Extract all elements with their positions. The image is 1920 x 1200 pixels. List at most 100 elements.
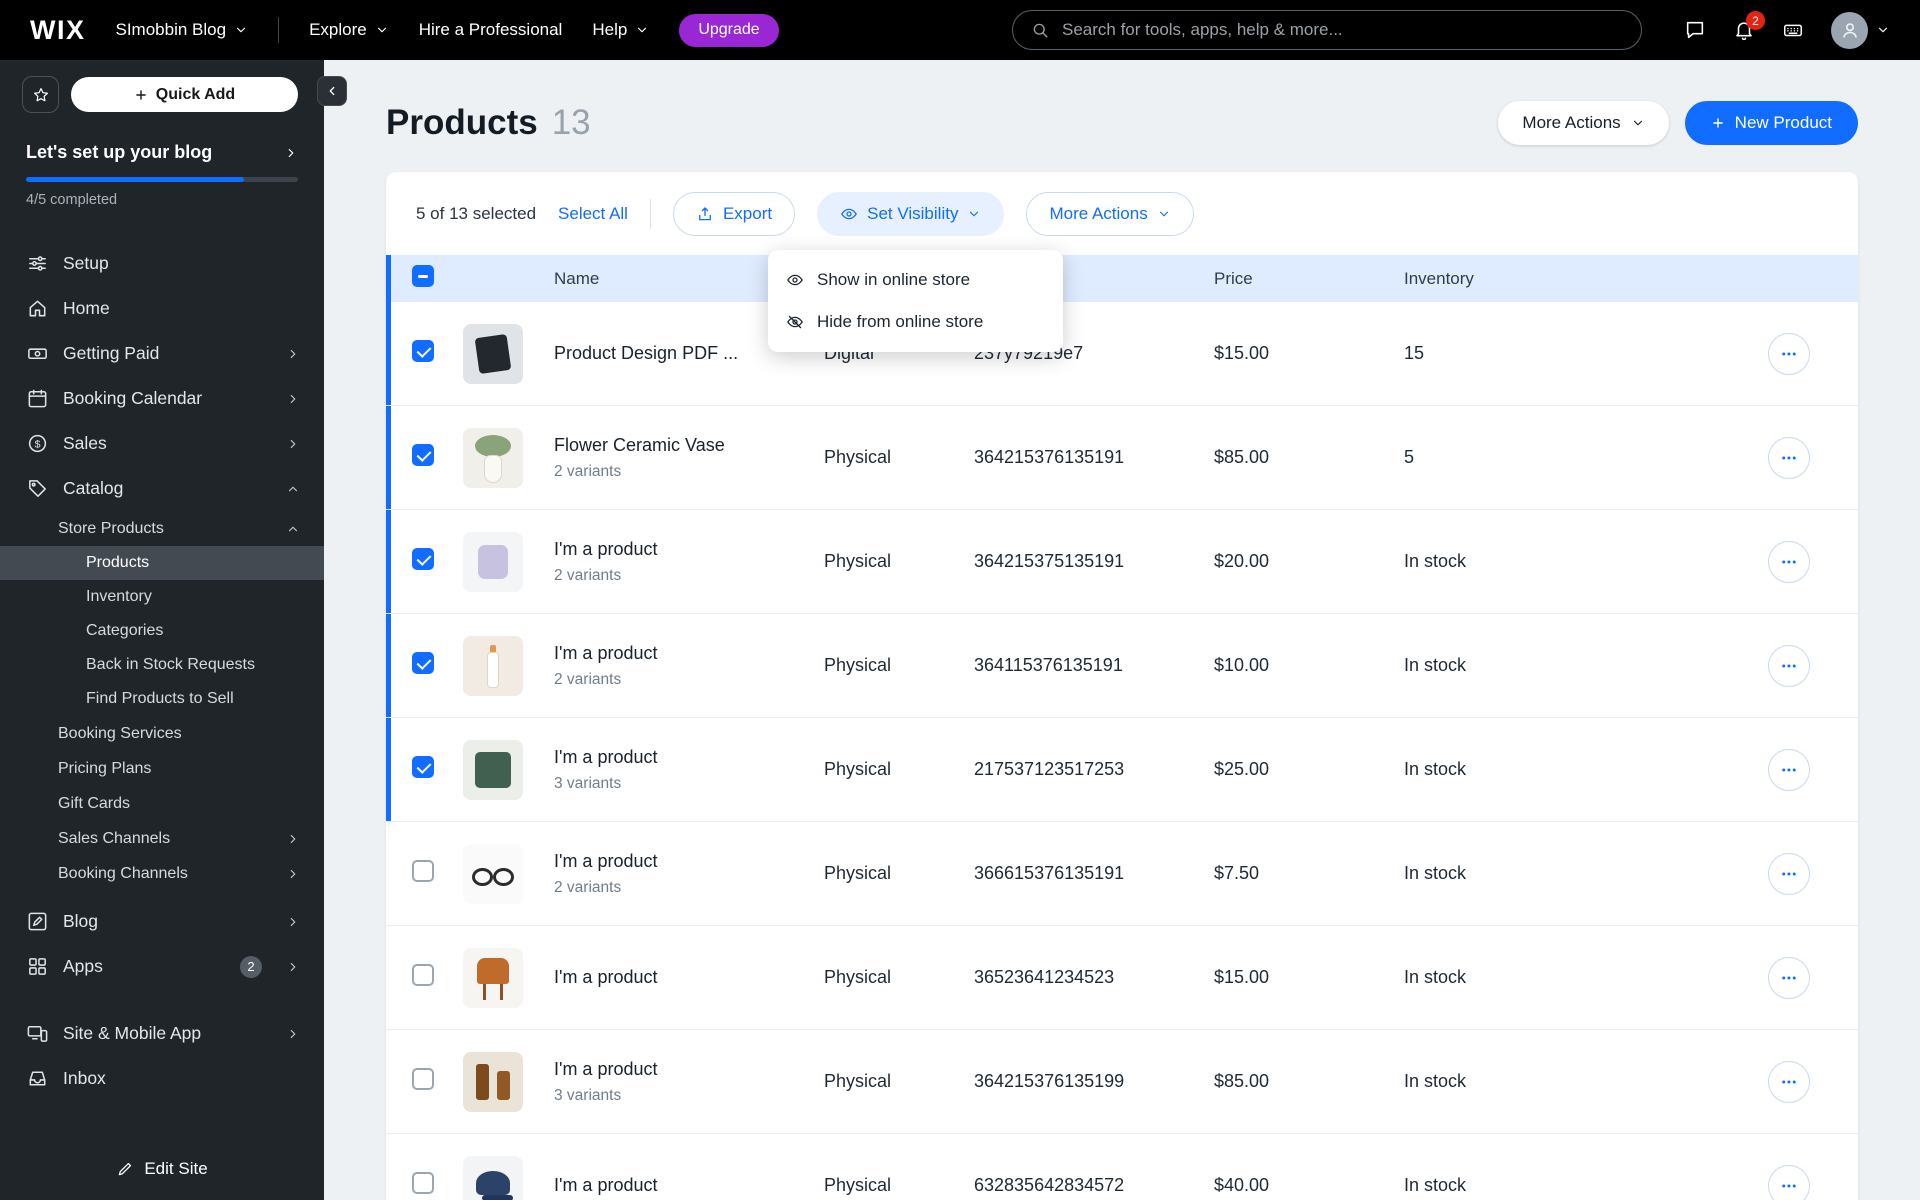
ellipsis-icon bbox=[1782, 768, 1796, 771]
row-checkbox[interactable] bbox=[412, 1172, 434, 1194]
chevron-down-icon bbox=[1159, 211, 1168, 216]
star-icon bbox=[33, 87, 48, 101]
table-row[interactable]: I'm a product 2 variants Physical 3642153… bbox=[386, 510, 1858, 614]
setup-progress-card[interactable]: Let's set up your blog 4/5 completed bbox=[0, 113, 324, 208]
export-button[interactable]: Export bbox=[672, 191, 796, 236]
chevron-right-icon bbox=[290, 349, 296, 358]
product-image bbox=[463, 843, 523, 904]
table-toolbar: 5 of 13 selected Select All Export Set V… bbox=[386, 172, 1858, 255]
row-checkbox[interactable] bbox=[412, 964, 434, 986]
more-actions-button[interactable]: More Actions bbox=[1498, 101, 1669, 145]
quick-add-button[interactable]: Quick Add bbox=[71, 77, 298, 112]
row-checkbox[interactable] bbox=[412, 1068, 434, 1090]
table-row[interactable]: I'm a product Physical 632835642834572 $… bbox=[386, 1134, 1858, 1200]
sidebar-item-gift-cards[interactable]: Gift Cards bbox=[0, 786, 324, 821]
sidebar-item-inbox[interactable]: Inbox bbox=[0, 1056, 324, 1101]
sidebar-item-inventory[interactable]: Inventory bbox=[0, 580, 324, 614]
table-row[interactable]: Product Design PDF ... Digital 237y79219… bbox=[386, 302, 1858, 406]
main-content: Products 13 More Actions New Product 5 o… bbox=[324, 60, 1920, 1200]
toolbar-more-actions-button[interactable]: More Actions bbox=[1026, 191, 1194, 236]
nav-hire-a-professional[interactable]: Hire a Professional bbox=[419, 20, 563, 40]
product-image bbox=[463, 1155, 523, 1200]
table-row[interactable]: I'm a product Physical 36523641234523 $1… bbox=[386, 926, 1858, 1030]
table-row[interactable]: I'm a product 2 variants Physical 3641153… bbox=[386, 614, 1858, 718]
account-menu[interactable] bbox=[1831, 11, 1890, 49]
favorites-button[interactable] bbox=[22, 76, 59, 113]
chevron-down-icon bbox=[638, 27, 647, 33]
row-actions-button[interactable] bbox=[1768, 956, 1810, 999]
chevron-right-icon bbox=[290, 1029, 296, 1038]
ellipsis-icon bbox=[1782, 560, 1796, 563]
row-actions-button[interactable] bbox=[1768, 1164, 1810, 1200]
notifications-bell-icon[interactable]: 2 bbox=[1733, 11, 1765, 41]
sidebar-item-store-products[interactable]: Store Products bbox=[0, 511, 324, 546]
row-actions-button[interactable] bbox=[1768, 540, 1810, 583]
sidebar: Quick Add Let's set up your blog 4/5 com… bbox=[0, 60, 324, 1200]
row-checkbox[interactable] bbox=[412, 444, 434, 466]
chat-icon[interactable] bbox=[1684, 19, 1706, 41]
table-header-row: Name Price Inventory bbox=[386, 255, 1858, 302]
search-input[interactable] bbox=[1060, 19, 1623, 41]
menu-item-show-in-online-store[interactable]: Show in online store bbox=[768, 259, 1063, 301]
row-actions-button[interactable] bbox=[1768, 644, 1810, 687]
sidebar-item-sales-channels[interactable]: Sales Channels bbox=[0, 821, 324, 856]
sidebar-item-back-in-stock-requests[interactable]: Back in Stock Requests bbox=[0, 648, 324, 682]
row-actions-button[interactable] bbox=[1768, 1060, 1810, 1103]
product-image bbox=[463, 427, 523, 488]
row-checkbox[interactable] bbox=[412, 548, 434, 570]
ellipsis-icon bbox=[1782, 976, 1796, 979]
row-actions-button[interactable] bbox=[1768, 748, 1810, 791]
site-menu-button[interactable]: SImobbin Blog bbox=[116, 20, 249, 40]
keyboard-icon[interactable] bbox=[1782, 19, 1804, 41]
sidebar-item-booking-calendar[interactable]: Booking Calendar bbox=[0, 376, 324, 421]
sidebar-item-products[interactable]: Products bbox=[0, 546, 324, 580]
sidebar-item-blog[interactable]: Blog bbox=[0, 899, 324, 944]
row-actions-button[interactable] bbox=[1768, 332, 1810, 375]
menu-item-hide-from-online-store[interactable]: Hide from online store bbox=[768, 301, 1063, 343]
table-row[interactable]: I'm a product 3 variants Physical 2175371… bbox=[386, 718, 1858, 822]
ellipsis-icon bbox=[1782, 456, 1796, 459]
nav-explore[interactable]: Explore bbox=[309, 20, 389, 40]
row-actions-button[interactable] bbox=[1768, 436, 1810, 479]
chevron-right-icon bbox=[290, 962, 296, 971]
select-all-link[interactable]: Select All bbox=[558, 204, 628, 224]
row-checkbox[interactable] bbox=[412, 340, 434, 362]
global-search[interactable] bbox=[1012, 10, 1642, 50]
calendar-icon bbox=[26, 387, 49, 410]
sidebar-item-booking-services[interactable]: Booking Services bbox=[0, 716, 324, 751]
select-all-checkbox[interactable] bbox=[412, 265, 434, 287]
row-checkbox[interactable] bbox=[412, 860, 434, 882]
row-actions-button[interactable] bbox=[1768, 852, 1810, 895]
sidebar-item-find-products-to-sell[interactable]: Find Products to Sell bbox=[0, 682, 324, 716]
ellipsis-icon bbox=[1782, 1080, 1796, 1083]
sidebar-item-pricing-plans[interactable]: Pricing Plans bbox=[0, 751, 324, 786]
pencil-icon bbox=[119, 1162, 132, 1176]
table-row[interactable]: I'm a product 2 variants Physical 3666153… bbox=[386, 822, 1858, 926]
row-checkbox[interactable] bbox=[412, 756, 434, 778]
sidebar-item-home[interactable]: Home bbox=[0, 286, 324, 331]
sidebar-item-setup[interactable]: Setup bbox=[0, 241, 324, 286]
sidebar-item-site-mobile-app[interactable]: Site & Mobile App bbox=[0, 1011, 324, 1056]
upgrade-button[interactable]: Upgrade bbox=[679, 13, 779, 47]
nav-help[interactable]: Help bbox=[592, 20, 649, 40]
sidebar-item-apps[interactable]: Apps 2 bbox=[0, 944, 324, 989]
product-image bbox=[463, 947, 523, 1008]
wix-logo[interactable]: WIX bbox=[30, 15, 86, 46]
row-checkbox[interactable] bbox=[412, 652, 434, 674]
sidebar-item-booking-channels[interactable]: Booking Channels bbox=[0, 856, 324, 891]
sidebar-item-getting-paid[interactable]: Getting Paid bbox=[0, 331, 324, 376]
ellipsis-icon bbox=[1782, 872, 1796, 875]
edit-site-button[interactable]: Edit Site bbox=[0, 1138, 324, 1200]
visibility-dropdown-menu: Show in online store Hide from online st… bbox=[768, 250, 1063, 352]
sidebar-item-catalog[interactable]: Catalog bbox=[0, 466, 324, 511]
sidebar-item-sales[interactable]: $ Sales bbox=[0, 421, 324, 466]
set-visibility-button[interactable]: Set Visibility bbox=[817, 191, 1005, 236]
new-product-button[interactable]: New Product bbox=[1684, 101, 1858, 145]
collapse-sidebar-button[interactable] bbox=[317, 76, 347, 106]
chevron-right-icon bbox=[290, 394, 296, 403]
table-row[interactable]: Flower Ceramic Vase 2 variants Physical 3… bbox=[386, 406, 1858, 510]
sidebar-item-categories[interactable]: Categories bbox=[0, 614, 324, 648]
ellipsis-icon bbox=[1782, 664, 1796, 667]
table-row[interactable]: I'm a product 3 variants Physical 3642153… bbox=[386, 1030, 1858, 1134]
products-table-card: 5 of 13 selected Select All Export Set V… bbox=[386, 172, 1858, 1200]
